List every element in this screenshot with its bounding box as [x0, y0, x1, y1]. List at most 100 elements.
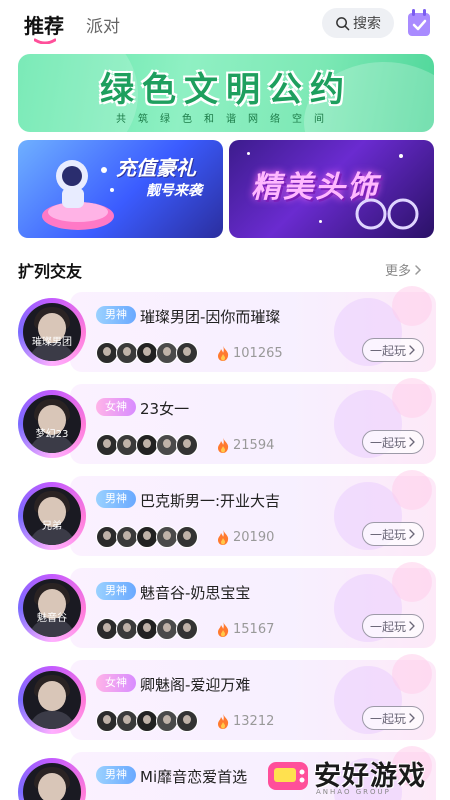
top-header: 推荐 派对 搜索	[0, 0, 450, 48]
member-avatar	[96, 710, 118, 732]
search-icon	[336, 16, 350, 30]
room-avatar-image: 兄弟	[23, 487, 81, 545]
sparkle-decoration	[247, 152, 250, 155]
member-avatar	[136, 618, 158, 640]
room-avatar[interactable]: 魅音谷	[18, 574, 86, 642]
member-avatar	[176, 710, 198, 732]
room-name: 23女一	[140, 400, 190, 418]
gender-badge: 女神	[96, 674, 136, 692]
member-avatar	[96, 526, 118, 548]
room-avatar-image: 璀璨男团	[23, 303, 81, 361]
avatar-caption: 璀璨男团	[32, 337, 72, 348]
join-room-button[interactable]: 一起玩	[362, 614, 424, 638]
room-heat: 15167	[216, 621, 274, 638]
member-avatar	[136, 710, 158, 732]
member-avatars	[96, 710, 198, 732]
room-heat: 13212	[216, 713, 274, 730]
heat-count: 20190	[233, 530, 275, 545]
room-name: 璀璨男团-因你而璀璨	[140, 308, 281, 326]
avatar-caption: 魅音谷	[37, 613, 67, 624]
room-heat: 101265	[216, 345, 283, 362]
tab-recommend[interactable]: 推荐	[24, 10, 64, 39]
search-label: 搜索	[353, 16, 381, 32]
member-avatar	[116, 342, 138, 364]
card-decoration	[392, 562, 432, 602]
member-avatar	[176, 526, 198, 548]
heat-count: 101265	[233, 346, 283, 361]
civility-banner[interactable]: 绿色文明公约 共筑绿色和谐网络空间	[18, 54, 434, 132]
banner-title: 绿色文明公约	[100, 70, 352, 110]
room-heat: 20190	[216, 529, 274, 546]
heat-count: 21594	[233, 438, 275, 453]
room-name: 巴克斯男一:开业大吉	[140, 492, 281, 510]
member-avatar	[116, 710, 138, 732]
join-room-button[interactable]: 一起玩	[362, 522, 424, 546]
member-avatar	[96, 342, 118, 364]
card-decoration	[392, 654, 432, 694]
more-label: 更多	[385, 264, 412, 279]
promo-subtitle: 靓号来袭	[146, 183, 202, 199]
room-avatar-image	[23, 763, 81, 800]
chevron-right-icon	[409, 529, 415, 539]
member-avatars	[96, 618, 198, 640]
gender-badge: 男神	[96, 490, 136, 508]
calendar-check-icon[interactable]	[406, 8, 432, 38]
join-room-button[interactable]: 一起玩	[362, 430, 424, 454]
flame-icon	[218, 438, 229, 453]
room-avatar[interactable]: 梦幻23	[18, 390, 86, 458]
room-avatar-image: 梦幻23	[23, 395, 81, 453]
room-avatar[interactable]: 璀璨男团	[18, 298, 86, 366]
member-avatar	[156, 618, 178, 640]
room-card[interactable]: 兄弟 男神 巴克斯男一:开业大吉 20190 一起玩	[18, 470, 436, 556]
room-name: 卿魅阁-爱迎万难	[140, 676, 251, 694]
room-card[interactable]: 梦幻23 女神 23女一 21594 一起玩	[18, 378, 436, 464]
member-avatars	[96, 434, 198, 456]
card-decoration	[392, 286, 432, 326]
room-card[interactable]: 璀璨男团 男神 璀璨男团-因你而璀璨 101265 一起玩	[18, 286, 436, 372]
gender-badge: 男神	[96, 306, 136, 324]
headwear-promo-card[interactable]: 精美头饰	[229, 140, 434, 238]
gender-badge: 男神	[96, 766, 136, 784]
member-avatar	[136, 434, 158, 456]
watermark: 安好游戏 ANHAO GROUP	[264, 752, 450, 800]
search-button[interactable]: 搜索	[322, 8, 394, 38]
sparkle-decoration	[399, 154, 403, 158]
room-card[interactable]: 魅音谷 男神 魅音谷-奶思宝宝 15167 一起玩	[18, 562, 436, 648]
join-room-button[interactable]: 一起玩	[362, 706, 424, 730]
room-card[interactable]: 女神 卿魅阁-爱迎万难 13212 一起玩	[18, 654, 436, 740]
chevron-right-icon	[409, 345, 415, 355]
card-decoration	[392, 378, 432, 418]
banner-subtitle: 共筑绿色和谐网络空间	[116, 114, 336, 125]
member-avatar	[156, 710, 178, 732]
room-avatar-image	[23, 671, 81, 729]
flame-icon	[218, 346, 229, 361]
member-avatar	[96, 434, 118, 456]
room-avatar[interactable]: 兄弟	[18, 482, 86, 550]
flame-icon	[218, 530, 229, 545]
member-avatar	[156, 526, 178, 548]
join-label: 一起玩	[369, 435, 406, 450]
gender-badge: 男神	[96, 582, 136, 600]
avatar-caption: 兄弟	[42, 521, 62, 532]
heat-count: 13212	[233, 714, 275, 729]
avatar-caption: 梦幻23	[35, 429, 69, 440]
room-name: 魅音谷-奶思宝宝	[140, 584, 251, 602]
join-room-button[interactable]: 一起玩	[362, 338, 424, 362]
card-decoration	[392, 470, 432, 510]
tab-party[interactable]: 派对	[86, 12, 120, 37]
room-avatar[interactable]	[18, 666, 86, 734]
member-avatar	[176, 342, 198, 364]
sparkle-decoration	[319, 220, 322, 223]
room-name: Mi靡音恋爱首选	[140, 768, 248, 786]
tab-active-indicator	[34, 38, 56, 44]
member-avatar	[136, 526, 158, 548]
chevron-right-icon	[409, 713, 415, 723]
chevron-right-icon	[415, 264, 422, 275]
more-link[interactable]: 更多	[385, 260, 423, 279]
watermark-subtext: ANHAO GROUP	[316, 788, 391, 796]
member-avatar	[116, 526, 138, 548]
join-label: 一起玩	[369, 711, 406, 726]
recharge-promo-card[interactable]: 充值豪礼 靓号来袭	[18, 140, 223, 238]
member-avatar	[176, 434, 198, 456]
room-heat: 21594	[216, 437, 274, 454]
